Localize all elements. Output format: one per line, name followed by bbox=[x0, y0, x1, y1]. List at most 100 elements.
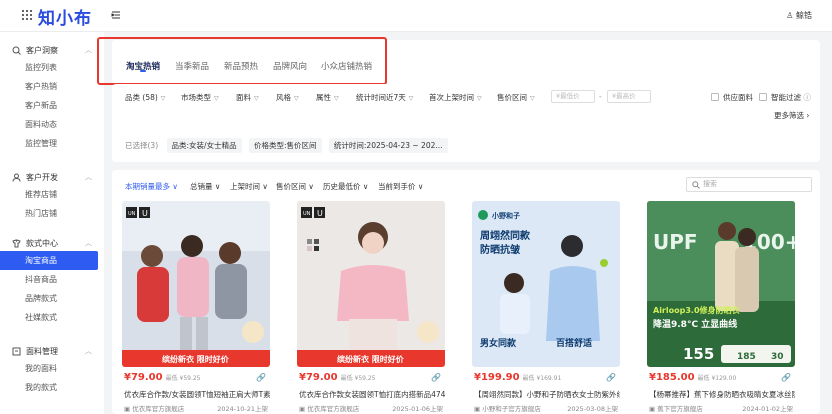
sidebar-item[interactable]: 监控管理 bbox=[0, 134, 104, 153]
svg-text:防晒抗皱: 防晒抗皱 bbox=[480, 243, 520, 256]
svg-text:男女同款: 男女同款 bbox=[480, 337, 517, 349]
style-icon bbox=[12, 238, 21, 247]
sort-price-range[interactable]: 售价区间 ∨ bbox=[276, 181, 314, 192]
svg-text:小野和子: 小野和子 bbox=[491, 211, 520, 220]
sidebar-item[interactable]: 客户热销 bbox=[0, 77, 104, 96]
sort-sales-period[interactable]: 本期销量最多 ∨ bbox=[125, 181, 178, 192]
chevron-down-icon: ▽ bbox=[294, 95, 299, 102]
price-range-filter[interactable]: 售价区间 ▽ bbox=[497, 92, 535, 103]
shop-name[interactable]: ▣ 小野和子官方旗舰店 bbox=[474, 403, 541, 413]
shop-name[interactable]: ▣ 优衣库官方旗舰店 bbox=[299, 403, 359, 413]
selected-tag[interactable]: 价格类型:售价区间 bbox=[248, 138, 322, 153]
category-filter[interactable]: 品类 (58) ▽ bbox=[125, 92, 165, 103]
search-input[interactable]: 搜索 bbox=[686, 177, 812, 192]
shop-name[interactable]: ▣ 优衣库官方旗舰店 bbox=[124, 403, 184, 413]
style-filter[interactable]: 风格 ▽ bbox=[276, 92, 299, 103]
price-value: ¥79.00 bbox=[124, 372, 163, 383]
selected-count: 已选择(3) bbox=[125, 141, 159, 150]
svg-text:降温9.8°C 立显曲线: 降温9.8°C 立显曲线 bbox=[653, 318, 737, 330]
sidebar-item[interactable]: 我的面料 bbox=[0, 359, 104, 378]
sidebar-item[interactable]: 监控列表 bbox=[0, 58, 104, 77]
sidebar-item[interactable]: 客户新品 bbox=[0, 96, 104, 115]
user-menu[interactable]: ♙ 鲸锆 bbox=[786, 10, 812, 21]
first-listed-label: 首次上架时间 bbox=[429, 93, 474, 102]
sidebar-group-fabric: 面料管理 ︿ 我的面料 我的款式 bbox=[0, 343, 104, 397]
max-price-input[interactable]: ¥最高价 bbox=[607, 90, 651, 103]
supply-fabric-checkbox[interactable]: 供应面料 bbox=[711, 92, 753, 103]
sidebar-group-title: 款式中心 bbox=[26, 238, 58, 248]
sidebar-item[interactable]: 抖音商品 bbox=[0, 270, 104, 289]
selected-tag[interactable]: 品类:女装/女士精品 bbox=[166, 138, 242, 153]
smart-filter-checkbox[interactable]: 智能过滤 ⓘ bbox=[759, 92, 811, 103]
fabric-icon bbox=[12, 347, 21, 355]
product-card[interactable]: UPF 100+ Airloop3.0修身防晒衣 降温9.8°C 立显曲线 15… bbox=[647, 201, 795, 414]
link-icon[interactable]: 🔗 bbox=[431, 373, 441, 382]
first-listed-filter[interactable]: 首次上架时间 ▽ bbox=[429, 92, 482, 103]
promo-banner: 缤纷新衣 限时好价 bbox=[162, 354, 230, 364]
search-placeholder: 搜索 bbox=[703, 180, 717, 188]
product-card[interactable]: UN U 缤纷新衣 限时好价 ¥79.00 最低 ¥59.25 🔗 优衣库合作款女装… bbox=[297, 201, 445, 414]
sidebar-group-title: 客户洞察 bbox=[26, 45, 58, 55]
sidebar-group-header[interactable]: 面料管理 ︿ bbox=[0, 343, 104, 359]
chevron-up-icon: ︿ bbox=[85, 46, 92, 54]
svg-text:30: 30 bbox=[771, 352, 784, 362]
chevron-down-icon: ▽ bbox=[254, 95, 259, 102]
apps-grid-icon[interactable] bbox=[22, 10, 32, 20]
product-price: ¥79.00 最低 ¥59.25 bbox=[299, 372, 376, 383]
sidebar-group-header[interactable]: 客户开发 ︿ bbox=[0, 169, 104, 185]
collapse-menu-icon[interactable] bbox=[111, 10, 121, 20]
fabric-filter[interactable]: 面料 ▽ bbox=[236, 92, 259, 103]
shop-icon: ▣ bbox=[299, 405, 306, 413]
sort-label: 上架时间 bbox=[230, 182, 260, 191]
highlight-box bbox=[97, 37, 387, 85]
chevron-right-icon: › bbox=[806, 111, 810, 120]
sidebar-item-active[interactable]: 淘宝商品 bbox=[0, 251, 98, 270]
shop-icon: ▣ bbox=[649, 405, 656, 413]
link-icon[interactable]: 🔗 bbox=[256, 373, 266, 382]
svg-text:UN: UN bbox=[303, 211, 311, 217]
sidebar-group-style-center: 款式中心 ︿ 淘宝商品 抖音商品 品牌款式 社媒款式 bbox=[0, 235, 104, 327]
sidebar-item[interactable]: 面料动态 bbox=[0, 115, 104, 134]
sort-listing-time[interactable]: 上架时间 ∨ bbox=[230, 181, 268, 192]
svg-text:U: U bbox=[142, 209, 148, 218]
link-icon[interactable]: 🔗 bbox=[606, 373, 616, 382]
product-card[interactable]: UN U 缤纷新衣 限时好价 ¥79.00 最低 ¥59.25 🔗 优衣库合作款/女… bbox=[122, 201, 270, 414]
min-price-input[interactable]: ¥最低价 bbox=[551, 90, 595, 103]
sidebar-item[interactable]: 社媒款式 bbox=[0, 308, 104, 327]
sidebar-group-title: 面料管理 bbox=[26, 346, 58, 356]
promo-banner: 缤纷新衣 限时好价 bbox=[337, 354, 405, 364]
svg-text:周翊然同款: 周翊然同款 bbox=[480, 229, 531, 242]
category-count: (58) bbox=[142, 93, 158, 102]
sidebar-item[interactable]: 热门店铺 bbox=[0, 204, 104, 223]
more-filters-link[interactable]: 更多筛选 › bbox=[774, 110, 809, 121]
shop-name[interactable]: ▣ 蕉下官方旗舰店 bbox=[649, 403, 703, 413]
link-icon[interactable]: 🔗 bbox=[781, 373, 791, 382]
shop-label: 优衣库官方旗舰店 bbox=[132, 405, 185, 413]
sidebar-item[interactable]: 品牌款式 bbox=[0, 289, 104, 308]
sidebar-group-header[interactable]: 款式中心 ︿ bbox=[0, 235, 104, 251]
product-title: 【周翊然同款】小野和子防晒衣女士防紫外线... bbox=[474, 390, 620, 399]
stat-time-filter[interactable]: 统计时间近7天 ▽ bbox=[356, 92, 413, 103]
help-icon: ⓘ bbox=[803, 93, 811, 102]
app-logo: 知小布 bbox=[38, 9, 92, 29]
selected-tag[interactable]: 统计时间:2025-04-23 ~ 202... bbox=[328, 138, 448, 153]
sidebar-group-header[interactable]: 客户洞察 ︿ bbox=[0, 42, 104, 58]
sort-label: 当前到手价 bbox=[378, 182, 416, 191]
shop-label: 蕉下官方旗舰店 bbox=[657, 405, 703, 413]
product-card[interactable]: 小野和子 周翊然同款 防晒抗皱 男女同款 百搭舒适 ¥199.90 最低 ¥169… bbox=[472, 201, 620, 414]
sort-label: 售价区间 bbox=[276, 182, 306, 191]
price-range-label: 售价区间 bbox=[497, 93, 527, 102]
sort-label: 历史最低价 bbox=[323, 182, 361, 191]
sidebar-item[interactable]: 我的款式 bbox=[0, 378, 104, 397]
lowest-price: 最低 ¥59.25 bbox=[165, 375, 201, 382]
sort-current-price[interactable]: 当前到手价 ∨ bbox=[378, 181, 423, 192]
price-dash: - bbox=[599, 92, 602, 101]
sidebar-item[interactable]: 推荐店铺 bbox=[0, 185, 104, 204]
attr-filter[interactable]: 属性 ▽ bbox=[316, 92, 339, 103]
lowest-price: 最低 ¥129.00 bbox=[697, 375, 737, 382]
sort-lowest-price[interactable]: 历史最低价 ∨ bbox=[323, 181, 368, 192]
market-filter[interactable]: 市场类型 ▽ bbox=[181, 92, 219, 103]
chevron-down-icon: ∨ bbox=[362, 182, 369, 191]
sidebar-group-title: 客户开发 bbox=[26, 172, 58, 182]
sort-total-sales[interactable]: 总销量 ∨ bbox=[190, 181, 220, 192]
